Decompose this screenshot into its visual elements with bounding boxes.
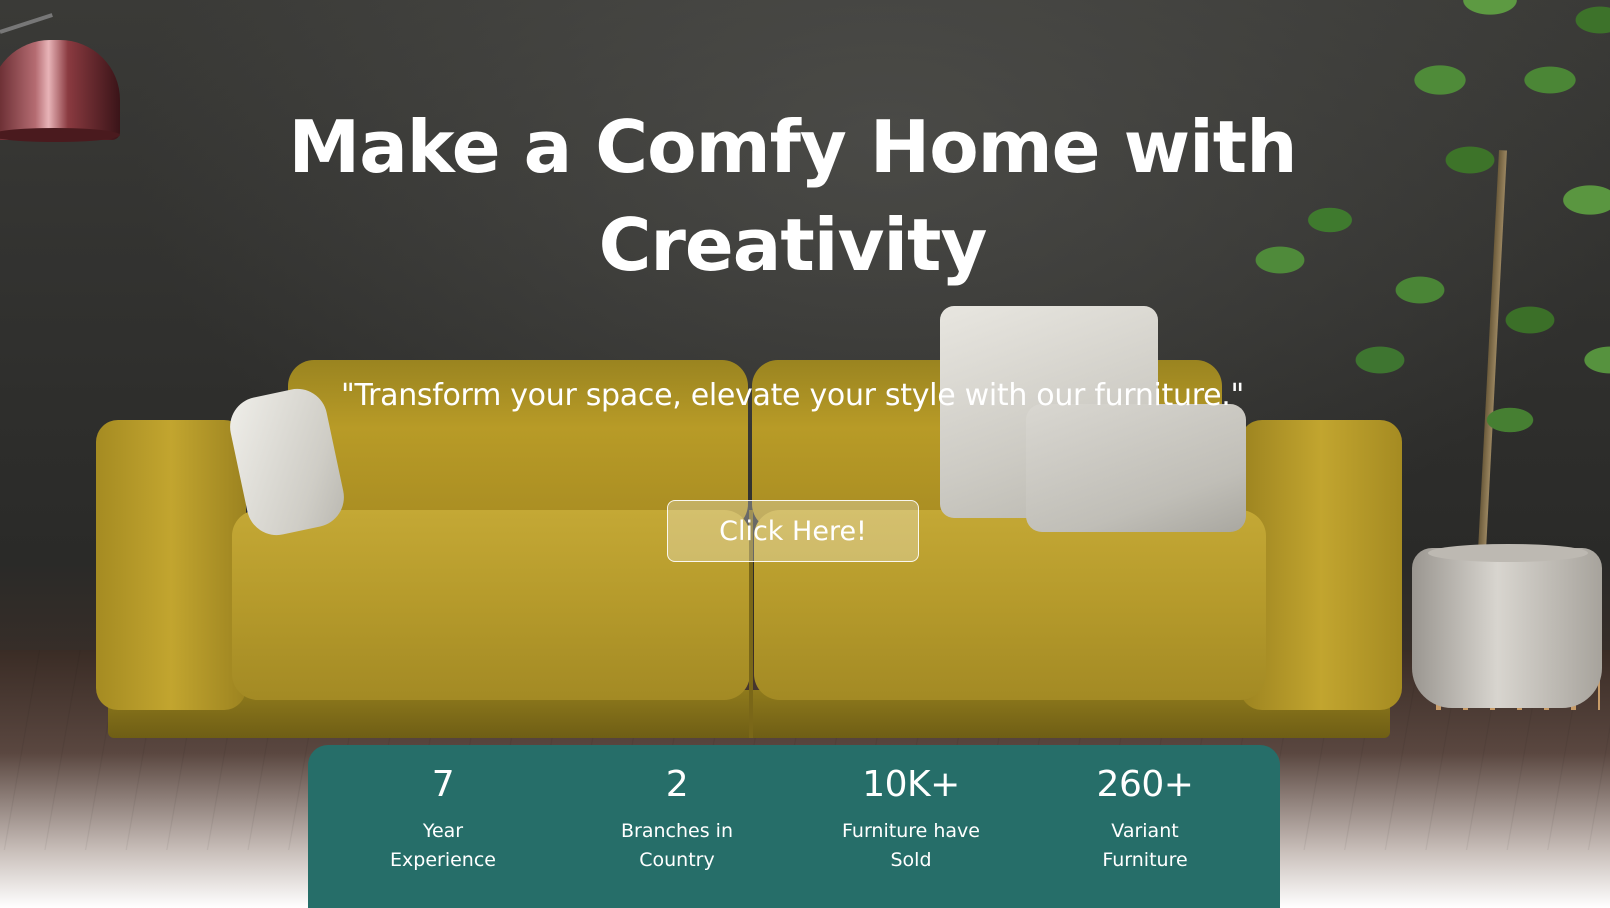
- stat-value: 10K+: [862, 764, 960, 805]
- stat-value: 7: [431, 764, 455, 805]
- stat-label: Furniture have Sold: [842, 820, 980, 871]
- plant-pot: [1412, 548, 1602, 708]
- stat-label: Year Experience: [390, 820, 496, 871]
- stat-branches: 2 Branches in Country: [572, 745, 782, 908]
- click-here-button[interactable]: Click Here!: [667, 500, 919, 562]
- stat-value: 2: [665, 764, 689, 805]
- stat-experience: 7 Year Experience: [338, 745, 548, 908]
- stat-variants: 260+ Variant Furniture: [1040, 745, 1250, 908]
- hero-headline: Make a Comfy Home with Creativity: [288, 105, 1298, 287]
- sofa-armrest-left: [96, 420, 246, 710]
- stat-value: 260+: [1096, 764, 1194, 805]
- stats-panel: 7 Year Experience 2 Branches in Country …: [308, 745, 1280, 908]
- stat-label: Branches in Country: [621, 820, 733, 871]
- hero-section: Make a Comfy Home with Creativity "Trans…: [0, 0, 1610, 908]
- pot-rim: [1428, 544, 1588, 562]
- stat-sold: 10K+ Furniture have Sold: [806, 745, 1016, 908]
- pillow-front: [1026, 404, 1246, 532]
- hero-tagline: "Transform your space, elevate your styl…: [340, 378, 1245, 413]
- stat-label: Variant Furniture: [1102, 820, 1188, 871]
